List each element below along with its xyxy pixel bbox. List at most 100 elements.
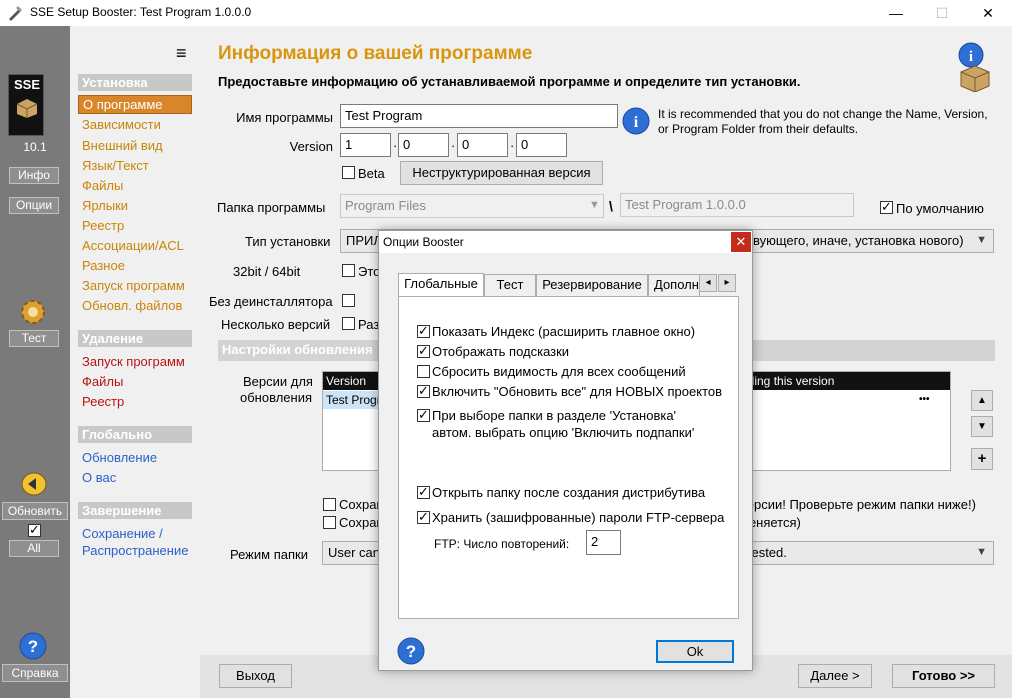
folder-separator: \ [609, 198, 613, 214]
opt-reset-visibility-checkbox[interactable] [417, 365, 430, 378]
minimize-button[interactable]: — [873, 0, 919, 26]
version-build-input[interactable]: 0 [457, 133, 508, 157]
folder-name-input[interactable]: Test Program 1.0.0.0 [620, 193, 854, 217]
nav-item-update-files[interactable]: Обновл. файлов [82, 298, 182, 313]
opt-include-subfolders-checkbox[interactable] [417, 407, 430, 422]
help-button[interactable]: Справка [2, 664, 68, 682]
nav-item-misc[interactable]: Разное [82, 258, 125, 273]
version-label: Version [289, 139, 333, 154]
help-icon: ? [19, 632, 47, 660]
multi-version-label: Несколько версий [221, 317, 331, 332]
help-icon[interactable]: ? [397, 637, 425, 665]
tab-extra[interactable]: Дополн [648, 274, 700, 296]
tab-scroll-right-button[interactable]: ▸ [718, 274, 736, 292]
install-type-value-tail: твующего, иначе, установка нового) [747, 233, 964, 248]
name-label: Имя программы [236, 110, 333, 125]
chevron-down-icon: ▼ [976, 234, 987, 246]
svg-text:?: ? [28, 637, 38, 656]
opt-store-ftp-checkbox[interactable] [417, 509, 430, 524]
done-button[interactable]: Готово >> [892, 664, 995, 688]
beta-checkbox[interactable] [342, 166, 355, 179]
more-icon[interactable]: ••• [919, 394, 930, 405]
beta-label: Beta [358, 166, 385, 181]
save-option-2-checkbox[interactable] [323, 516, 336, 529]
move-down-button[interactable]: ▼ [971, 416, 993, 437]
options-dialog: Опции Booster ✕ Глобальные Тест Резервир… [378, 230, 753, 671]
save-option-2: Сохран [339, 515, 384, 530]
maximize-button[interactable]: ☐ [919, 0, 965, 26]
opt-open-folder-checkbox[interactable] [417, 484, 430, 499]
program-name-input[interactable]: Test Program [340, 104, 618, 128]
opt-update-all-checkbox[interactable] [417, 383, 430, 398]
opt-show-index-checkbox[interactable] [417, 323, 430, 338]
nav-header-finish: Завершение [78, 502, 192, 519]
sse-logo: SSE [8, 74, 44, 136]
test-button[interactable]: Тест [9, 330, 59, 347]
version-dot: · [451, 138, 456, 153]
hint-text: It is recommended that you do not change… [658, 107, 988, 136]
nav-header-uninstall: Удаление [78, 330, 192, 347]
nav-item-language[interactable]: Язык/Текст [82, 158, 149, 173]
dialog-title-bar: Опции Booster ✕ [379, 231, 752, 253]
nav-item-dependencies[interactable]: Зависимости [82, 117, 161, 132]
nav-item-run-programs[interactable]: Запуск программ [82, 278, 185, 293]
ftp-retries-input[interactable]: 2 [586, 530, 621, 555]
nav-item-appearance[interactable]: Внешний вид [82, 138, 163, 153]
opt-show-index-label: Показать Индекс (расширить главное окно) [432, 324, 696, 339]
folder-base-select[interactable]: Program Files [340, 194, 604, 218]
update-button[interactable]: Обновить [2, 502, 68, 520]
update-all-checkbox[interactable] [28, 522, 41, 537]
nav-item-about-you[interactable]: О вас [82, 470, 116, 485]
dialog-title: Опции Booster [383, 235, 464, 249]
bitness-checkbox[interactable] [342, 264, 355, 277]
tab-backup[interactable]: Резервирование [536, 274, 648, 296]
menu-icon[interactable]: ≡ [176, 43, 187, 64]
version-dot: · [393, 138, 398, 153]
nav-item-associations[interactable]: Ассоциации/ACL [82, 238, 184, 253]
gear-icon [21, 300, 45, 324]
exit-button[interactable]: Выход [219, 664, 292, 688]
tab-scroll-left-button[interactable]: ◂ [699, 274, 717, 292]
tab-global[interactable]: Глобальные [398, 273, 484, 297]
version-revision-input[interactable]: 0 [516, 133, 567, 157]
install-type-value: ПРИЛ [346, 233, 382, 248]
nav-item-about[interactable]: О программе [78, 95, 192, 114]
nav-item-uninstall-files[interactable]: Файлы [82, 374, 123, 389]
nav-item-update[interactable]: Обновление [82, 450, 157, 465]
table-cell-version: Test Progr [326, 393, 381, 407]
dialog-close-button[interactable]: ✕ [731, 232, 751, 252]
unstructured-version-button[interactable]: Неструктурированная версия [400, 161, 603, 185]
nav-item-uninstall-registry[interactable]: Реестр [82, 394, 124, 409]
ok-button[interactable]: Ok [656, 640, 734, 663]
version-minor-input[interactable]: 0 [398, 133, 449, 157]
window-title: SSE Setup Booster: Test Program 1.0.0.0 [30, 5, 252, 19]
warning-line-1: версии! Проверьте режим папки ниже!) [740, 497, 976, 512]
nav-item-shortcuts[interactable]: Ярлыки [82, 198, 128, 213]
folder-label: Папка программы [217, 200, 326, 215]
next-button[interactable]: Далее > [798, 664, 872, 688]
ftp-retries-label: FTP: Число повторений: [434, 537, 570, 551]
svg-text:i: i [634, 114, 639, 131]
opt-show-hints-checkbox[interactable] [417, 343, 430, 358]
info-button[interactable]: Инфо [9, 167, 59, 184]
add-version-button[interactable]: + [971, 448, 993, 470]
version-major-input[interactable]: 1 [340, 133, 391, 157]
close-button[interactable]: ✕ [965, 0, 1011, 26]
nav-item-distribute[interactable]: Распространение [82, 543, 188, 558]
nav-item-save[interactable]: Сохранение / [82, 526, 163, 541]
options-button[interactable]: Опции [9, 197, 59, 214]
default-checkbox[interactable] [880, 199, 893, 214]
no-uninstaller-checkbox[interactable] [342, 294, 355, 307]
tab-test[interactable]: Тест [484, 274, 536, 296]
svg-text:i: i [969, 49, 973, 65]
save-option-1-checkbox[interactable] [323, 498, 336, 511]
multi-version-checkbox[interactable] [342, 317, 355, 330]
nav-item-files[interactable]: Файлы [82, 178, 123, 193]
nav-item-uninstall-run[interactable]: Запуск программ [82, 354, 185, 369]
nav-item-registry[interactable]: Реестр [82, 218, 124, 233]
move-up-button[interactable]: ▲ [971, 390, 993, 411]
all-button[interactable]: All [9, 540, 59, 557]
opt-store-ftp-label: Хранить (зашифрованные) пароли FTP-серве… [432, 510, 725, 525]
info-icon: i [622, 107, 650, 135]
version-dot: · [510, 138, 515, 153]
